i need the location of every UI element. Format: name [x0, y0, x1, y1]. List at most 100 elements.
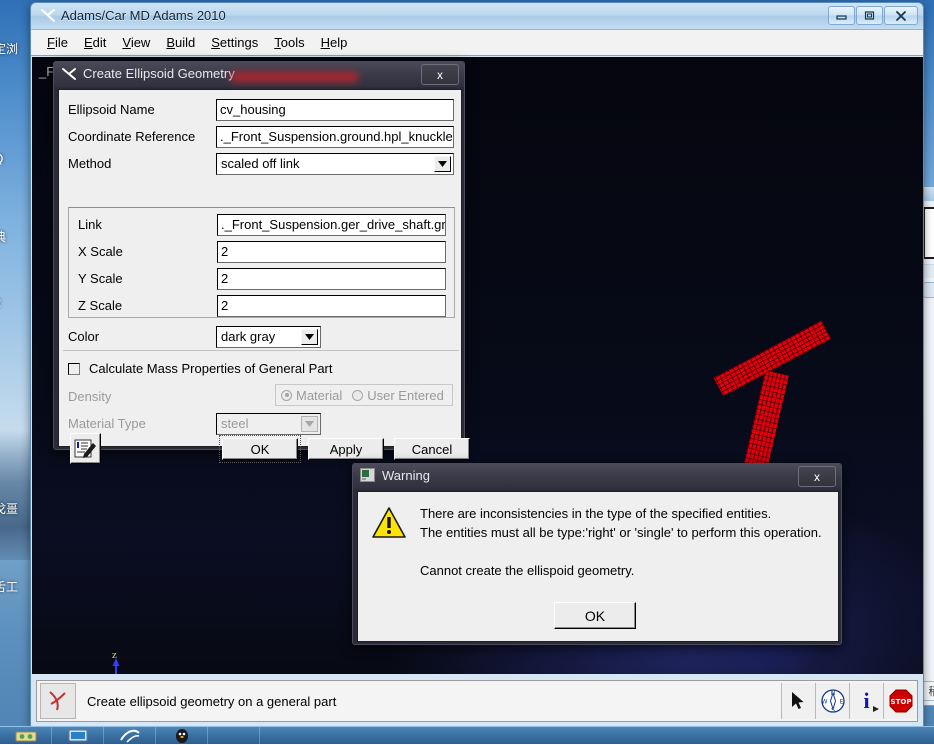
redacted-text-overlay	[231, 72, 358, 82]
close-icon[interactable]: x	[421, 64, 459, 85]
menu-edit[interactable]: Edit	[76, 32, 114, 53]
ellipsoid-name-label: Ellipsoid Name	[68, 102, 155, 117]
warning-button-row: OK	[554, 602, 822, 629]
chevron-down-icon[interactable]	[301, 328, 318, 345]
apply-button[interactable]: Apply	[308, 438, 384, 460]
window-controls	[828, 6, 918, 25]
link-scale-group: Link ._Front_Suspension.ger_drive_shaft.…	[68, 207, 455, 318]
svg-text:STOP: STOP	[890, 698, 911, 706]
radio-user-entered[interactable]	[352, 389, 364, 401]
taskbar-item-display[interactable]	[52, 726, 104, 745]
x-scale-label: X Scale	[78, 244, 123, 259]
warning-message: There are inconsistencies in the type of…	[420, 492, 822, 641]
status-message: Create ellipsoid geometry on a general p…	[87, 693, 337, 709]
menu-settings[interactable]: Settings	[203, 32, 266, 53]
adams-logo-icon	[61, 66, 78, 88]
field-row-link: Link ._Front_Suspension.ger_drive_shaft.…	[69, 211, 454, 238]
minimize-icon[interactable]	[828, 6, 855, 25]
field-row-x-scale: X Scale 2	[69, 238, 454, 265]
background-window-footer[interactable]: 稍	[923, 681, 934, 701]
coordinate-reference-label: Coordinate Reference	[68, 129, 196, 144]
cancel-button[interactable]: Cancel	[394, 438, 470, 460]
z-scale-label: Z Scale	[78, 298, 123, 313]
desktop-icon-label[interactable]: 定浏	[0, 40, 28, 57]
y-scale-input[interactable]: 2	[217, 267, 446, 290]
field-row-material-type: Material Type steel	[59, 410, 461, 437]
taskbar-item-explorer[interactable]	[0, 726, 52, 745]
adams-logo-icon	[40, 683, 76, 719]
density-radio-group[interactable]: Material User Entered	[275, 384, 453, 406]
link-input[interactable]: ._Front_Suspension.ger_drive_shaft.gra	[217, 213, 446, 236]
desktop-icon-label[interactable]: 2	[0, 296, 28, 310]
field-row-z-scale: Z Scale 2	[69, 292, 454, 319]
radio-material-label: Material	[296, 387, 343, 403]
coordinate-reference-input[interactable]: ._Front_Suspension.ground.hpl_knuckle	[216, 125, 454, 148]
pointer-icon[interactable]	[781, 683, 815, 719]
window-title: Adams/Car MD Adams 2010	[61, 8, 226, 23]
menu-help[interactable]: Help	[313, 32, 356, 53]
window-titlebar[interactable]: Adams/Car MD Adams 2010	[31, 3, 923, 30]
color-value: dark gray	[221, 329, 276, 344]
menu-view[interactable]: View	[114, 32, 158, 53]
warning-body: There are inconsistencies in the type of…	[357, 491, 839, 642]
status-bar: Create ellipsoid geometry on a general p…	[36, 680, 918, 722]
chevron-down-icon[interactable]	[434, 155, 451, 172]
material-type-label: Material Type	[68, 416, 146, 431]
close-icon[interactable]	[884, 6, 918, 25]
desktop-icon-label[interactable]: 舌工	[0, 578, 28, 595]
field-row-ellipsoid-name: Ellipsoid Name cv_housing	[59, 96, 461, 123]
radio-material[interactable]	[281, 389, 292, 401]
method-dropdown[interactable]: scaled off link	[216, 152, 454, 175]
material-type-value: steel	[221, 416, 249, 431]
method-value: scaled off link	[221, 156, 300, 171]
field-row-coordinate-reference: Coordinate Reference ._Front_Suspension.…	[59, 123, 461, 150]
edit-note-icon[interactable]	[70, 433, 101, 464]
taskbar-item-empty[interactable]	[208, 726, 260, 745]
menu-tools[interactable]: Tools	[266, 32, 312, 53]
svg-text:E: E	[839, 699, 843, 706]
taskbar-item-adams[interactable]	[104, 726, 156, 745]
compass-icon[interactable]: N S W E	[815, 683, 849, 719]
color-dropdown[interactable]: dark gray	[216, 325, 321, 348]
axis-label-y: y	[78, 671, 84, 674]
color-label: Color	[68, 329, 100, 344]
warning-titlebar[interactable]: Warning x	[353, 464, 841, 489]
background-window-badge	[923, 282, 934, 298]
maximize-icon[interactable]	[856, 6, 883, 25]
ellipsoid-name-input[interactable]: cv_housing	[216, 98, 454, 121]
warning-ok-button[interactable]: OK	[554, 602, 636, 629]
calculate-mass-properties-checkbox[interactable]	[68, 362, 80, 375]
menu-build[interactable]: Build	[158, 32, 203, 53]
warning-title: Warning	[382, 468, 430, 483]
link-label: Link	[78, 217, 102, 232]
warning-line-1: There are inconsistencies in the type of…	[420, 506, 772, 521]
calculate-mass-properties-row[interactable]: Calculate Mass Properties of General Par…	[59, 355, 461, 382]
warning-line-4: Cannot create the ellispoid geometry.	[420, 563, 635, 578]
field-row-method: Method scaled off link	[59, 150, 461, 177]
desktop-icon-label[interactable]: 戈畺	[0, 500, 28, 517]
ok-button[interactable]: OK	[219, 435, 301, 463]
axis-label-x: x	[147, 671, 153, 674]
menu-file[interactable]: File	[39, 32, 76, 53]
x-scale-input[interactable]: 2	[217, 240, 446, 263]
taskbar	[0, 726, 934, 745]
desktop-icon-label[interactable]: 典	[0, 228, 28, 245]
menu-bar: File Edit View Build Settings Tools Help	[31, 30, 923, 56]
create-ellipsoid-dialog: Create Ellipsoid Geometry x Ellipsoid Na…	[53, 61, 470, 464]
warning-line-2: The entities must all be type:'right' or…	[420, 525, 822, 540]
material-type-dropdown: steel	[216, 412, 321, 435]
dialog-body: Ellipsoid Name cv_housing Coordinate Ref…	[58, 89, 470, 464]
window-icon	[360, 468, 375, 487]
desktop-icon-label[interactable]: Q	[0, 152, 28, 166]
z-scale-input[interactable]: 2	[217, 294, 446, 317]
field-row-y-scale: Y Scale 2	[69, 265, 454, 292]
taskbar-item-qq[interactable]	[156, 726, 208, 745]
divider	[63, 350, 459, 351]
axis-triad: y x z	[76, 649, 156, 674]
adams-logo-icon	[39, 7, 57, 25]
dialog-titlebar[interactable]: Create Ellipsoid Geometry x	[54, 62, 464, 87]
svg-text:W: W	[821, 699, 827, 706]
close-icon[interactable]: x	[798, 466, 836, 487]
info-icon[interactable]: i	[849, 683, 883, 719]
stop-icon[interactable]: STOP	[883, 683, 917, 719]
